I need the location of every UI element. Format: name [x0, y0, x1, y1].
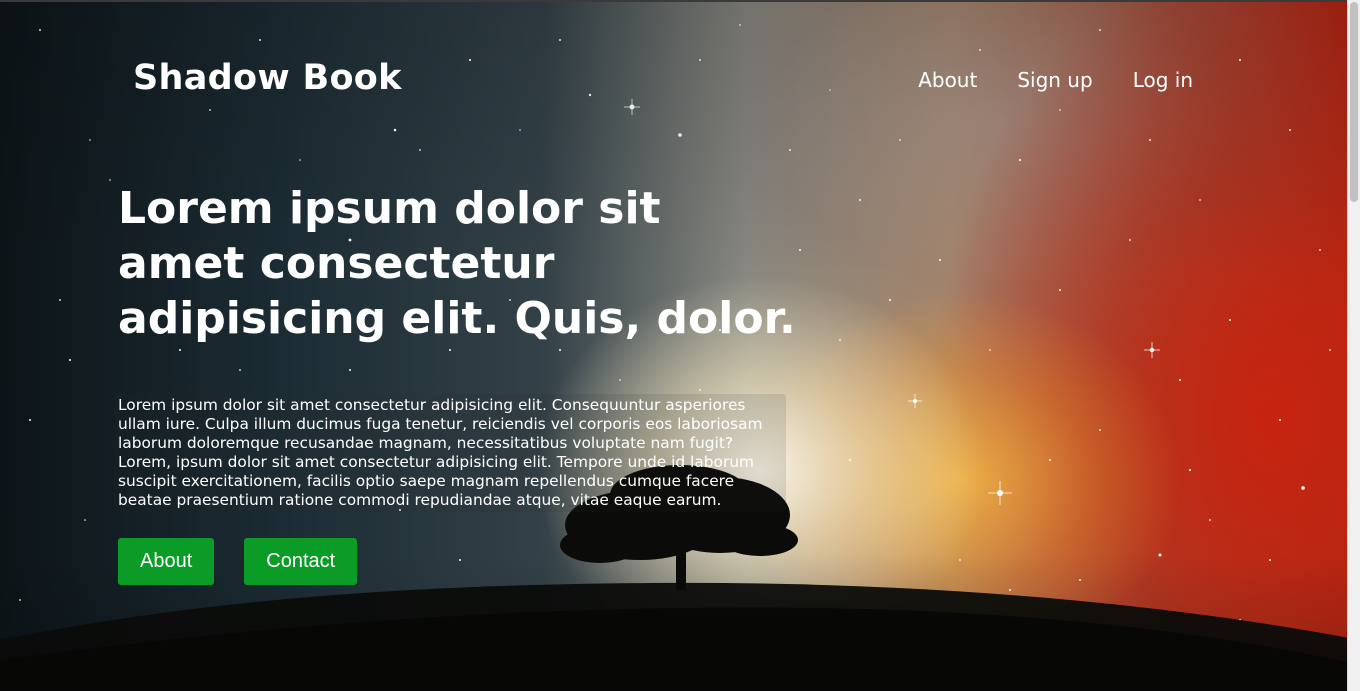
window-top-border [0, 0, 1360, 2]
hero-paragraph: Lorem ipsum dolor sit amet consectetur a… [114, 394, 786, 512]
landing-page: Shadow Book About Sign up Log in Lorem i… [0, 0, 1360, 691]
nav-link-about[interactable]: About [918, 68, 977, 92]
nav-link-sign-up[interactable]: Sign up [1017, 68, 1092, 92]
vertical-scrollbar[interactable] [1347, 0, 1360, 691]
about-button[interactable]: About [118, 538, 215, 585]
brand-logo[interactable]: Shadow Book [133, 58, 402, 98]
contact-button[interactable]: Contact [244, 538, 358, 585]
nav-link-log-in[interactable]: Log in [1133, 68, 1193, 92]
hero-title: Lorem ipsum dolor sit amet consectetur a… [118, 183, 796, 344]
scrollbar-thumb[interactable] [1350, 2, 1358, 202]
navbar: Shadow Book About Sign up Log in [0, 0, 1348, 160]
hero-buttons: About Contact [118, 538, 358, 585]
nav-links: About Sign up Log in [918, 68, 1193, 92]
